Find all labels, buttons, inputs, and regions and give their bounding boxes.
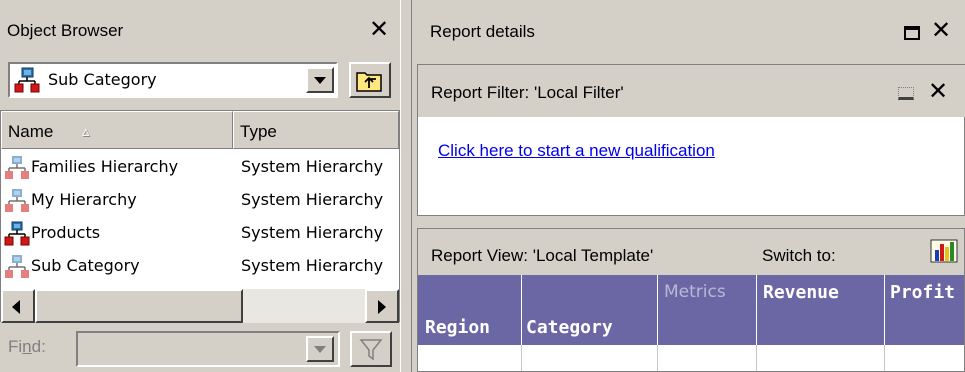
arrow-left-icon	[12, 300, 20, 314]
switch-to-label: Switch to:	[762, 246, 836, 265]
find-filter-button[interactable]	[350, 331, 392, 367]
new-qualification-link[interactable]: Click here to start a new qualification	[438, 141, 715, 161]
list-item-name: Products	[31, 223, 101, 242]
grid-header-category[interactable]: Category	[522, 275, 658, 345]
scroll-left-button[interactable]	[1, 289, 35, 323]
report-details-close-icon[interactable]: ✕	[931, 17, 951, 45]
list-item-type: System Hierarchy	[241, 223, 384, 242]
folder-up-icon	[356, 72, 382, 92]
report-filter-panel: Report Filter: 'Local Filter' ✕ Click he…	[417, 64, 965, 216]
grid-header-revenue-label: Revenue	[763, 282, 839, 303]
find-label: Find:	[8, 337, 46, 356]
chevron-down-icon	[314, 77, 326, 84]
grid-header-region[interactable]: Region	[418, 275, 522, 345]
report-filter-title: Report Filter: 'Local Filter'	[431, 83, 624, 102]
horizontal-scrollbar[interactable]	[1, 289, 399, 323]
list-item-type: System Hierarchy	[241, 157, 384, 176]
list-item-name: Families Hierarchy	[31, 157, 179, 176]
scroll-thumb[interactable]	[35, 289, 243, 323]
find-combo[interactable]	[76, 331, 340, 367]
list-item[interactable]: Products System Hierarchy	[1, 219, 401, 252]
report-view-title: Report View: 'Local Template'	[431, 246, 654, 265]
list-item-type: System Hierarchy	[241, 190, 384, 209]
folder-combo-value: Sub Category	[48, 70, 157, 89]
folder-combo[interactable]: Sub Category	[8, 62, 338, 98]
bar-chart-icon[interactable]	[929, 236, 959, 271]
maximize-icon[interactable]	[904, 26, 920, 40]
report-filter-close-icon[interactable]: ✕	[928, 78, 948, 106]
list-item[interactable]: Sub Category System Hierarchy	[1, 252, 401, 285]
grid-header-revenue[interactable]: Revenue	[757, 275, 885, 345]
grid-cell[interactable]	[418, 345, 522, 371]
object-browser-title: Object Browser	[7, 21, 124, 40]
grid-cell[interactable]	[522, 345, 658, 371]
report-details-pane: Report details ✕ Report Filter: 'Local F…	[412, 0, 965, 372]
list-item[interactable]: Families Hierarchy System Hierarchy	[1, 153, 401, 186]
hierarchy-icon	[4, 187, 30, 220]
list-item-name: Sub Category	[31, 256, 140, 275]
report-view-titlebar: Report View: 'Local Template' Switch to:	[418, 229, 964, 275]
parent-folder-button[interactable]	[349, 62, 391, 98]
report-view-panel: Report View: 'Local Template' Switch to:…	[417, 228, 965, 372]
hierarchy-icon	[4, 220, 30, 253]
list-item-type: System Hierarchy	[241, 256, 384, 275]
scroll-right-button[interactable]	[365, 289, 399, 323]
find-dropdown-button[interactable]	[306, 336, 334, 362]
folder-combo-dropdown-button[interactable]	[306, 67, 334, 93]
grid-header-profit-label: Profit	[890, 282, 956, 303]
chevron-down-icon	[314, 346, 326, 353]
grid-header-metrics[interactable]: Metrics	[658, 275, 757, 345]
report-details-titlebar: Report details ✕	[412, 0, 965, 56]
grid-header-category-label: Category	[526, 317, 613, 338]
hierarchy-icon	[4, 253, 30, 286]
pane-splitter[interactable]	[400, 0, 412, 372]
funnel-icon	[359, 339, 383, 361]
grid-header-metrics-label: Metrics	[664, 282, 726, 302]
list-item[interactable]: My Hierarchy System Hierarchy	[1, 186, 401, 219]
object-browser-titlebar: Object Browser ✕	[0, 0, 400, 54]
arrow-right-icon	[378, 300, 386, 314]
object-list[interactable]: Name ▵ Type Families Hierarchy System Hi…	[0, 110, 401, 323]
column-header-name[interactable]: Name ▵	[1, 111, 233, 149]
hierarchy-icon	[4, 154, 30, 187]
column-header-type[interactable]: Type	[233, 111, 399, 149]
grid-cell[interactable]	[658, 345, 757, 371]
column-header-type-label: Type	[240, 122, 277, 141]
grid-header-region-label: Region	[425, 317, 491, 338]
minimize-panel-icon[interactable]	[898, 87, 914, 100]
hierarchy-icon	[14, 67, 42, 98]
list-item-name: My Hierarchy	[31, 190, 137, 209]
grid-cell[interactable]	[757, 345, 885, 371]
grid-header-profit[interactable]: Profit	[885, 275, 964, 345]
sort-ascending-icon: ▵	[82, 123, 90, 140]
object-browser-close-icon[interactable]: ✕	[369, 16, 389, 44]
object-browser-pane: Object Browser ✕ Sub Category Name ▵ Typ…	[0, 0, 400, 372]
report-filter-titlebar: Report Filter: 'Local Filter' ✕	[418, 65, 965, 117]
column-header-name-label: Name	[8, 122, 54, 141]
report-details-title: Report details	[430, 22, 535, 41]
